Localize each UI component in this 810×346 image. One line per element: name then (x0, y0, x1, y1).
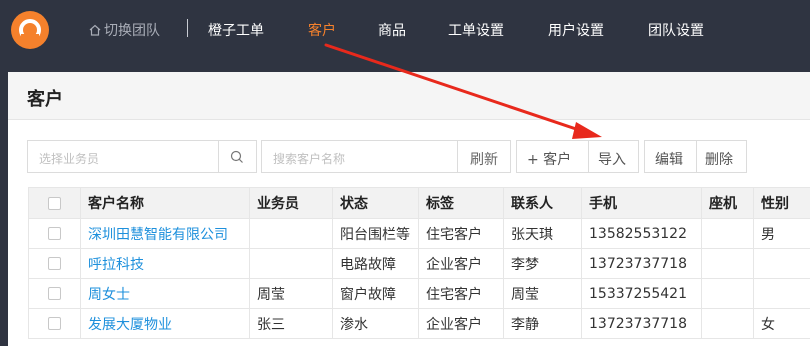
switch-team-label: 切换团队 (104, 23, 160, 39)
table-row[interactable]: 发展大厦物业 张三 渗水 企业客户 李静 13723737718 女 (28, 308, 810, 339)
add-customer-button[interactable]: + 客户 (527, 149, 571, 169)
gender-cell (753, 278, 810, 309)
landline-cell (701, 278, 754, 309)
table-row[interactable]: 呼拉科技 电路故障 企业客户 李梦 13723737718 (28, 248, 810, 279)
salesperson-cell: 张三 (249, 308, 333, 339)
customer-search-placeholder: 搜索客户名称 (273, 152, 346, 166)
contact-cell: 张天琪 (503, 218, 582, 249)
divider (696, 141, 697, 172)
select-all-checkbox[interactable] (48, 196, 61, 210)
column-header-tag[interactable]: 标签 (418, 187, 504, 219)
salesperson-cell: 周莹 (249, 278, 333, 309)
divider (457, 141, 458, 172)
nav-divider (187, 19, 188, 37)
select-all-cell (28, 187, 81, 219)
column-header-landline[interactable]: 座机 (701, 187, 754, 219)
row-checkbox[interactable] (48, 227, 61, 240)
top-navigation-bar: 切换团队 橙子工单 客户 商品 工单设置 用户设置 团队设置 (0, 0, 810, 60)
status-cell: 窗户故障 (332, 278, 419, 309)
nav-item-orange-tickets[interactable]: 橙子工单 (208, 20, 264, 40)
tag-cell: 企业客户 (418, 308, 504, 339)
customer-table: 客户名称 业务员 状态 标签 联系人 手机 座机 性别 深圳田慧智能有限公司 阳… (28, 187, 810, 339)
contact-cell: 周莹 (503, 278, 582, 309)
customer-name-link[interactable]: 呼拉科技 (80, 248, 250, 279)
nav-item-user-settings[interactable]: 用户设置 (548, 20, 604, 40)
delete-button[interactable]: 删除 (705, 149, 733, 169)
nav-item-customers[interactable]: 客户 (308, 20, 336, 40)
home-icon (89, 24, 101, 36)
column-header-status[interactable]: 状态 (332, 187, 419, 219)
customer-name-link[interactable]: 发展大厦物业 (80, 308, 250, 339)
edit-delete-group: 编辑 删除 (644, 140, 747, 173)
tag-cell: 住宅客户 (418, 218, 504, 249)
nav-item-products[interactable]: 商品 (378, 20, 406, 40)
table-row[interactable]: 周女士 周莹 窗户故障 住宅客户 周莹 15337255421 (28, 278, 810, 309)
row-checkbox[interactable] (48, 287, 61, 300)
customer-name-link[interactable]: 周女士 (80, 278, 250, 309)
salesperson-select[interactable]: 选择业务员 (27, 140, 257, 173)
contact-cell: 李梦 (503, 248, 582, 279)
column-header-salesperson[interactable]: 业务员 (249, 187, 333, 219)
gender-cell: 女 (753, 308, 810, 339)
contact-cell: 李静 (503, 308, 582, 339)
refresh-button[interactable]: 刷新 (470, 149, 498, 169)
salesperson-placeholder: 选择业务员 (39, 152, 100, 166)
tag-cell: 住宅客户 (418, 278, 504, 309)
gender-cell: 男 (753, 218, 810, 249)
customer-panel: 客户 选择业务员 搜索客户名称 刷新 + 客户 导入 编辑 删除 客户名称 业务… (8, 72, 810, 346)
salesperson-cell (249, 218, 333, 249)
row-select-cell (28, 218, 81, 249)
column-header-customer-name[interactable]: 客户名称 (80, 187, 250, 219)
customer-search-box[interactable]: 搜索客户名称 刷新 (261, 140, 511, 173)
row-checkbox[interactable] (48, 317, 61, 330)
landline-cell (701, 308, 754, 339)
mobile-cell: 13723737718 (581, 248, 702, 279)
add-import-group: + 客户 导入 (516, 140, 639, 173)
divider (588, 141, 589, 172)
import-button[interactable]: 导入 (598, 149, 626, 169)
edit-button[interactable]: 编辑 (655, 149, 683, 169)
nav-item-team-settings[interactable]: 团队设置 (648, 20, 704, 40)
search-icon[interactable] (230, 150, 244, 164)
page-title: 客户 (8, 72, 810, 120)
landline-cell (701, 248, 754, 279)
salesperson-cell (249, 248, 333, 279)
tag-cell: 企业客户 (418, 248, 504, 279)
table-header-row: 客户名称 业务员 状态 标签 联系人 手机 座机 性别 (28, 187, 810, 219)
nav-item-ticket-settings[interactable]: 工单设置 (448, 20, 504, 40)
column-header-mobile[interactable]: 手机 (581, 187, 702, 219)
orange-logo-icon[interactable] (11, 11, 49, 49)
gender-cell (753, 248, 810, 279)
landline-cell (701, 218, 754, 249)
row-select-cell (28, 248, 81, 279)
row-checkbox[interactable] (48, 257, 61, 270)
row-select-cell (28, 278, 81, 309)
row-select-cell (28, 308, 81, 339)
mobile-cell: 13582553122 (581, 218, 702, 249)
mobile-cell: 13723737718 (581, 308, 702, 339)
mobile-cell: 15337255421 (581, 278, 702, 309)
status-cell: 渗水 (332, 308, 419, 339)
column-header-gender[interactable]: 性别 (753, 187, 810, 219)
status-cell: 阳台围栏等 (332, 218, 419, 249)
status-cell: 电路故障 (332, 248, 419, 279)
customer-name-link[interactable]: 深圳田慧智能有限公司 (80, 218, 250, 249)
switch-team-link[interactable]: 切换团队 (88, 20, 160, 40)
divider (218, 141, 219, 172)
table-row[interactable]: 深圳田慧智能有限公司 阳台围栏等 住宅客户 张天琪 13582553122 男 (28, 218, 810, 249)
column-header-contact[interactable]: 联系人 (503, 187, 582, 219)
